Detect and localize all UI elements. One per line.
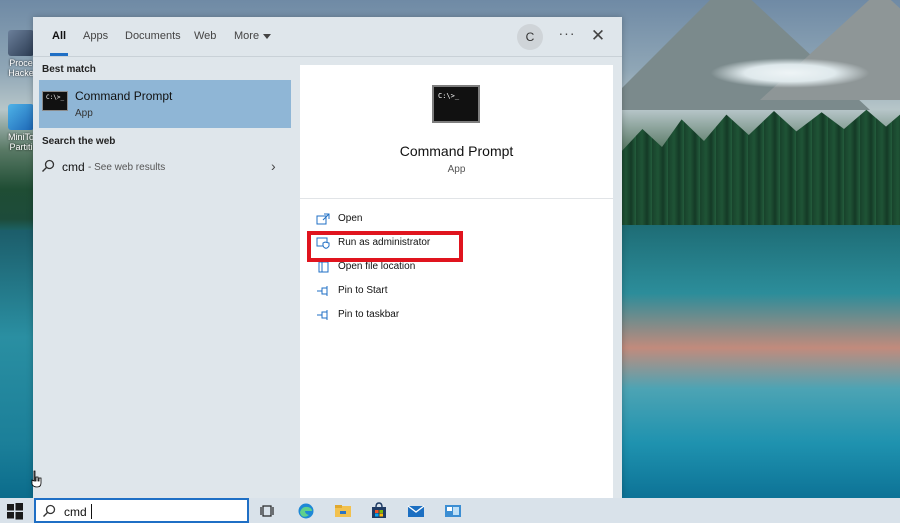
web-result[interactable]: cmd - See web results › (39, 152, 291, 180)
result-type: App (75, 108, 93, 119)
divider (33, 56, 622, 57)
action-label: Open file location (338, 261, 416, 272)
minitool-icon (8, 104, 34, 130)
action-label: Pin to taskbar (338, 309, 400, 320)
search-web-heading: Search the web (42, 136, 116, 147)
tab-web[interactable]: Web (194, 30, 216, 52)
chevron-right-icon[interactable]: › (271, 158, 276, 174)
lake (600, 225, 900, 498)
pin-icon (317, 310, 328, 320)
windows-start-icon[interactable] (6, 502, 24, 520)
result-name: Command Prompt (75, 89, 173, 103)
store-icon[interactable] (370, 502, 388, 520)
process-hacker-icon (8, 30, 34, 56)
app-icon[interactable] (444, 502, 462, 520)
tab-apps[interactable]: Apps (83, 30, 108, 52)
taskbar-search-input[interactable]: cmd (34, 498, 249, 523)
command-prompt-icon: C:\>_ (42, 91, 68, 111)
detail-subtitle: App (447, 164, 466, 175)
detail-pane: C:\>_ Command Prompt App Open Run as adm… (300, 65, 613, 498)
tab-more-label: More (234, 30, 260, 42)
divider (300, 198, 613, 199)
search-panel: All Apps Documents Web More C ··· ✕ Best… (33, 17, 622, 498)
web-query: cmd (62, 160, 85, 174)
action-pin-to-start[interactable]: Pin to Start (316, 283, 576, 301)
taskbar: cmd (0, 498, 900, 523)
tab-more[interactable]: More (234, 30, 272, 52)
detail-title: Command Prompt (399, 143, 514, 159)
mail-icon[interactable] (407, 502, 425, 520)
taskbar-search-text: cmd (64, 505, 87, 519)
search-icon (42, 159, 55, 172)
text-cursor (91, 504, 92, 519)
action-pin-to-taskbar[interactable]: Pin to taskbar (316, 307, 576, 325)
pin-icon (317, 286, 328, 296)
best-match-heading: Best match (42, 64, 96, 75)
tab-all[interactable]: All (49, 30, 69, 56)
more-options-button[interactable]: ··· (557, 25, 577, 47)
mouse-cursor-icon (31, 470, 42, 488)
highlight-box (307, 231, 463, 262)
action-open[interactable]: Open (316, 211, 576, 229)
best-match-result[interactable]: C:\>_ Command Prompt App (39, 80, 291, 128)
action-label: Open (338, 213, 363, 224)
edge-icon[interactable] (297, 502, 315, 520)
action-label: Pin to Start (338, 285, 388, 296)
web-result-subtext: - See web results (88, 162, 166, 173)
file-explorer-icon[interactable] (334, 502, 352, 520)
snow (710, 58, 870, 88)
search-tabs: All Apps Documents Web More C ··· ✕ (33, 17, 622, 57)
tab-documents[interactable]: Documents (125, 30, 181, 52)
close-button[interactable]: ✕ (589, 26, 607, 46)
folder-icon (318, 261, 329, 273)
account-avatar[interactable]: C (517, 24, 543, 50)
open-icon (316, 213, 330, 225)
forest (620, 109, 900, 225)
command-prompt-icon: C:\>_ (432, 85, 480, 123)
search-icon (43, 504, 56, 517)
chevron-down-icon (263, 33, 272, 39)
task-view-icon[interactable] (259, 502, 277, 520)
